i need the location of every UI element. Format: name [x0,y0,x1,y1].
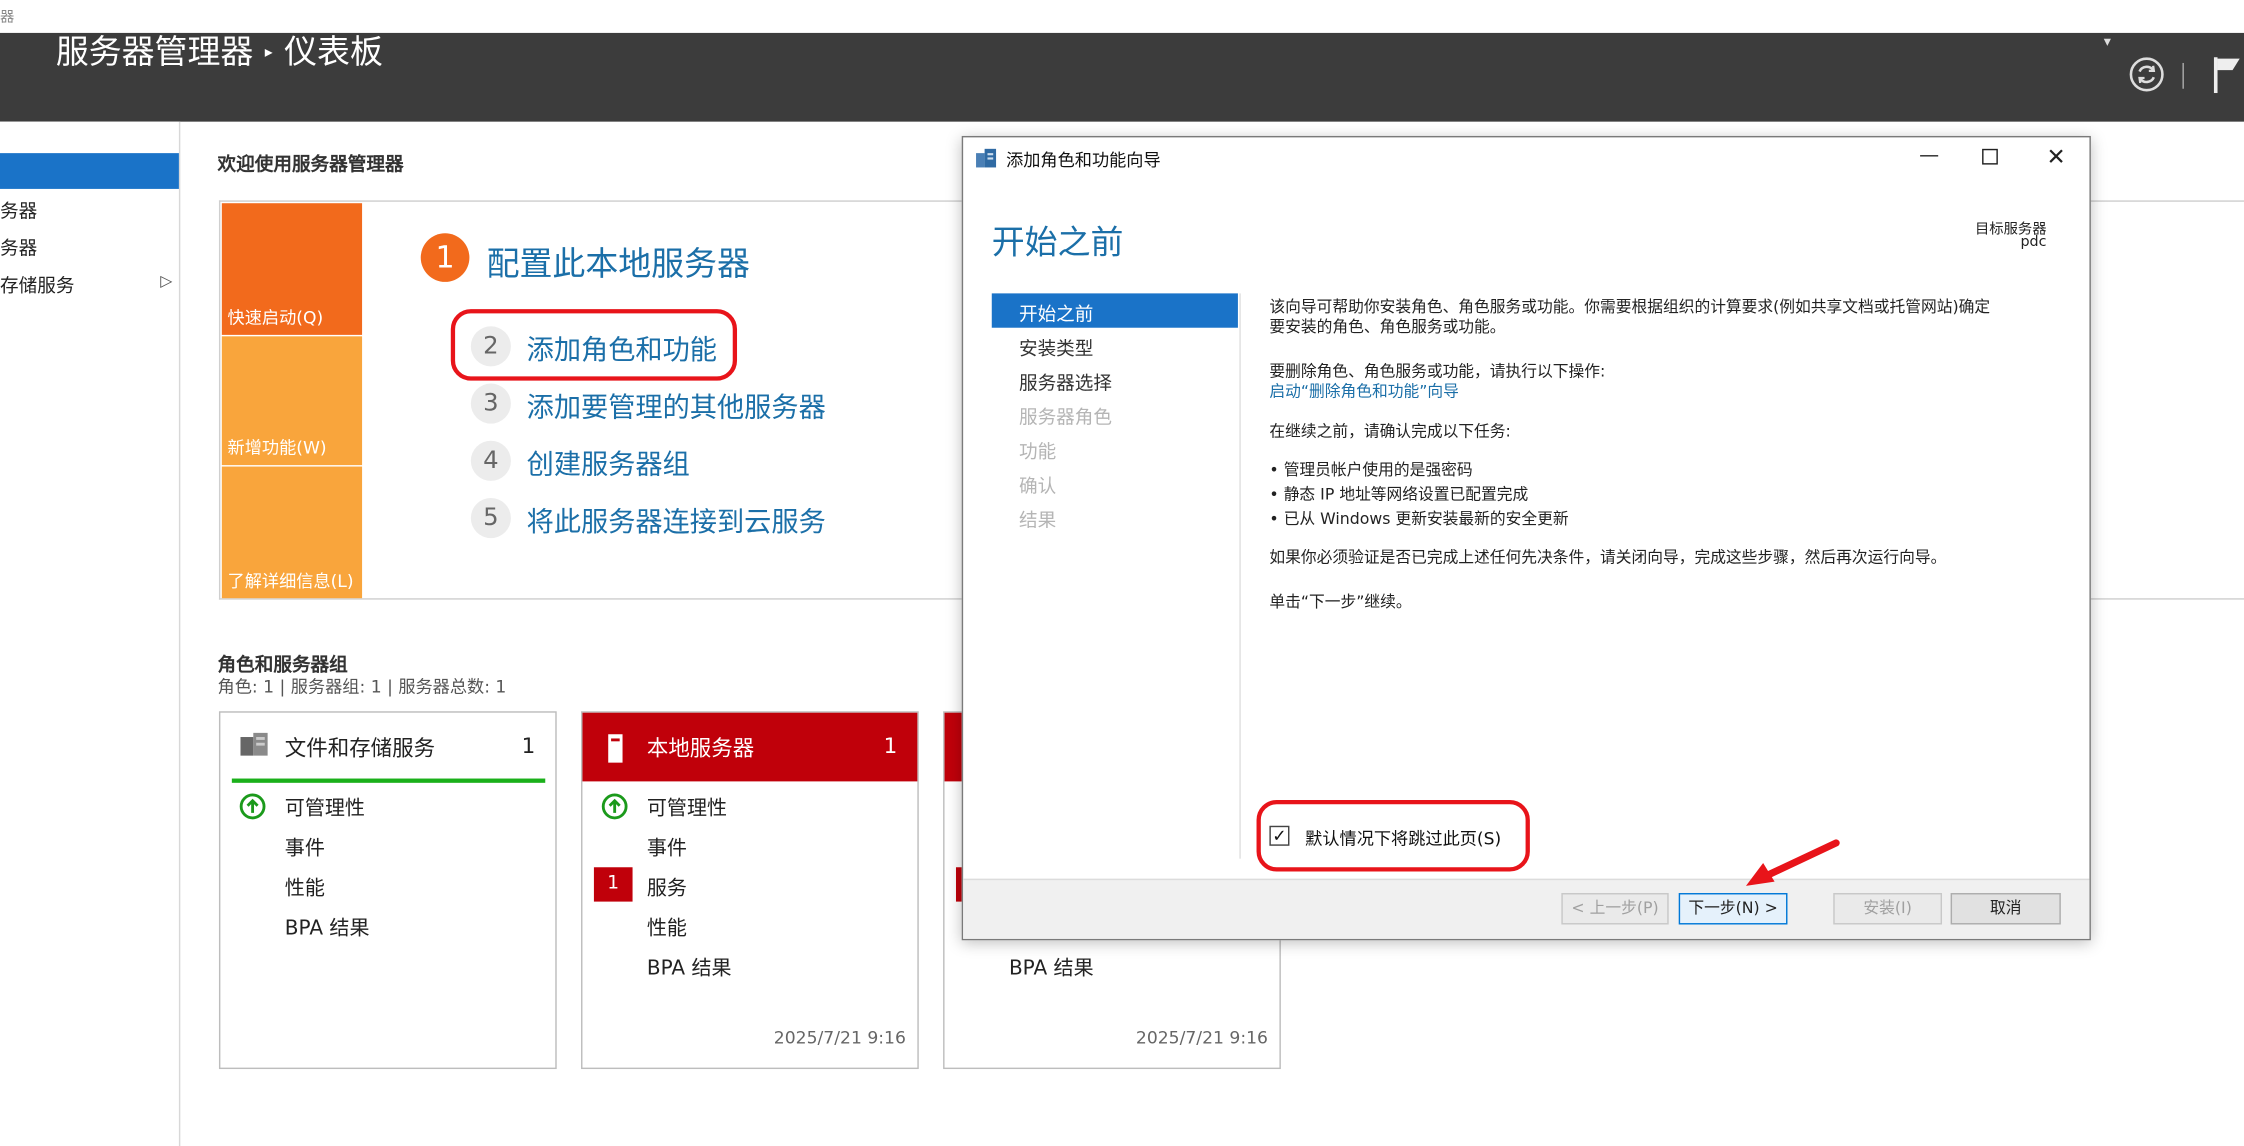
roles-title: 角色和服务器组 [217,655,348,677]
card-title: 本地服务器 [646,735,755,762]
wizard-nav-server-selection[interactable]: 服务器选择 [1019,368,1112,395]
next-instruction: 单击“下一步”继续。 [1269,592,1412,612]
tile-whats-new[interactable]: 新增功能(W) [221,336,363,466]
card-row-bpa[interactable]: BPA 结果 [1009,953,1094,982]
card-timestamp: 2025/7/21 9:16 [1135,1027,1268,1048]
task-bullet: • 管理员帐户使用的是强密码 [1269,460,1473,480]
remove-roles-link[interactable]: 启动“删除角色和功能”向导 [1269,379,1458,402]
card-row-services[interactable]: 服务 [647,873,687,902]
card-title: 文件和存储服务 [284,735,436,762]
dialog-title: 添加角色和功能向导 [1006,150,1161,171]
breadcrumb-app-title[interactable]: 服务器管理器 [56,34,253,71]
tile-quick-start[interactable]: 快速启动(Q) [221,203,363,335]
refresh-icon[interactable] [2128,56,2165,93]
wizard-nav-installation-type[interactable]: 安装类型 [1019,333,1093,360]
breadcrumb-separator-icon: ▸ [264,42,273,62]
maximize-icon[interactable] [1982,148,1998,165]
chevron-right-icon[interactable]: ▷ [160,272,172,291]
card-row-bpa[interactable]: BPA 结果 [285,913,370,942]
previous-button[interactable]: < 上一步(P) [1561,893,1669,925]
card-local-server[interactable]: 本地服务器 1 可管理性 事件 1 服务 性能 BPA 结果 2025/7/21… [581,711,919,1070]
nav-dropdown-icon[interactable]: ▾ [2104,34,2111,50]
tile-quick-start-label: 快速启动(Q) [227,307,324,328]
step-1-badge: 1 [420,233,470,282]
before-continue-text: 在继续之前，请确认完成以下任务: [1269,422,1511,441]
status-bar-ok [231,778,546,783]
card-row-events[interactable]: 事件 [285,833,325,862]
install-button[interactable]: 安装(I) [1833,893,1943,925]
wizard-nav-before-you-begin[interactable]: 开始之前 [1019,299,1093,326]
highlight-add-roles [450,309,738,381]
red-arrow-annotation-icon [1745,839,1840,886]
wizard-nav-confirmation: 确认 [1018,476,1057,499]
step-4-badge: 4 [470,440,511,481]
step-add-servers[interactable]: 添加要管理的其他服务器 [527,386,826,425]
close-icon[interactable]: ✕ [2047,143,2066,170]
roles-summary: 角色: 1 | 服务器组: 1 | 服务器总数: 1 [217,676,507,697]
target-server-value: pdc [2020,234,2047,251]
tile-learn-more[interactable]: 了解详细信息(L) [221,466,363,599]
card-count: 1 [883,732,898,759]
tile-whats-new-label: 新增功能(W) [227,437,327,458]
welcome-title: 欢迎使用服务器管理器 [217,154,404,177]
sidebar-item-local-server[interactable]: 务器 [0,196,37,223]
minimize-icon[interactable]: — [1919,145,1939,168]
cancel-button[interactable]: 取消 [1950,893,2061,925]
top-strip-text: 器 [0,10,15,26]
wizard-nav-server-roles: 服务器角色 [1018,407,1113,430]
tile-learn-more-label: 了解详细信息(L) [227,571,354,592]
highlight-skip-checkbox [1256,799,1530,872]
flag-icon[interactable] [2211,54,2244,94]
service-alert-badge: 1 [593,867,633,902]
card-file-storage[interactable]: 文件和存储服务 1 可管理性 事件 性能 BPA 结果 [218,711,557,1070]
card-row-performance[interactable]: 性能 [647,913,687,942]
file-storage-icon [240,732,268,756]
intro-text-line2: 要安装的角色、角色服务或功能。 [1269,317,1506,337]
status-up-icon [601,793,628,820]
next-button[interactable]: 下一步(N) > [1678,893,1788,925]
wizard-nav-divider [1239,293,1241,859]
verify-text: 如果你必须验证是否已完成上述任何先决条件，请关闭向导，完成这些步骤，然后再次运行… [1269,548,1947,567]
card-row-manageability[interactable]: 可管理性 [285,793,365,822]
breadcrumb-page-title: 仪表板 [284,34,383,72]
header-divider [2182,62,2184,89]
card-header[interactable]: 本地服务器 1 [582,712,918,782]
step-connect-cloud[interactable]: 将此服务器连接到云服务 [527,501,826,540]
task-bullet: • 静态 IP 地址等网络设置已配置完成 [1269,485,1529,504]
step-create-server-group[interactable]: 创建服务器组 [527,444,690,483]
step-3-badge: 3 [470,383,511,424]
sidebar-item-all-servers[interactable]: 务器 [0,233,37,260]
status-up-icon [239,793,266,820]
step-configure-local-server[interactable]: 配置此本地服务器 [487,236,750,285]
card-timestamp: 2025/7/21 9:16 [773,1027,906,1048]
sidebar-item-file-storage[interactable]: 存储服务 [0,270,74,297]
server-icon [608,734,623,763]
sidebar-item-dashboard[interactable] [0,153,179,189]
step-5-badge: 5 [470,498,511,539]
wizard-icon [976,148,997,168]
card-row-events[interactable]: 事件 [647,833,687,862]
card-row-bpa[interactable]: BPA 结果 [647,953,732,982]
card-row-manageability[interactable]: 可管理性 [647,793,727,822]
wizard-heading: 开始之前 [991,224,1124,262]
card-header[interactable]: 文件和存储服务 1 [220,713,555,782]
wizard-nav-results: 结果 [1018,510,1057,533]
task-bullet: • 已从 Windows 更新安装最新的安全更新 [1269,509,1569,529]
wizard-nav-features: 功能 [1018,442,1057,464]
card-count: 1 [521,732,536,759]
breadcrumb: 服务器管理器 ▸ 仪表板 [56,24,383,73]
card-row-performance[interactable]: 性能 [285,873,325,902]
